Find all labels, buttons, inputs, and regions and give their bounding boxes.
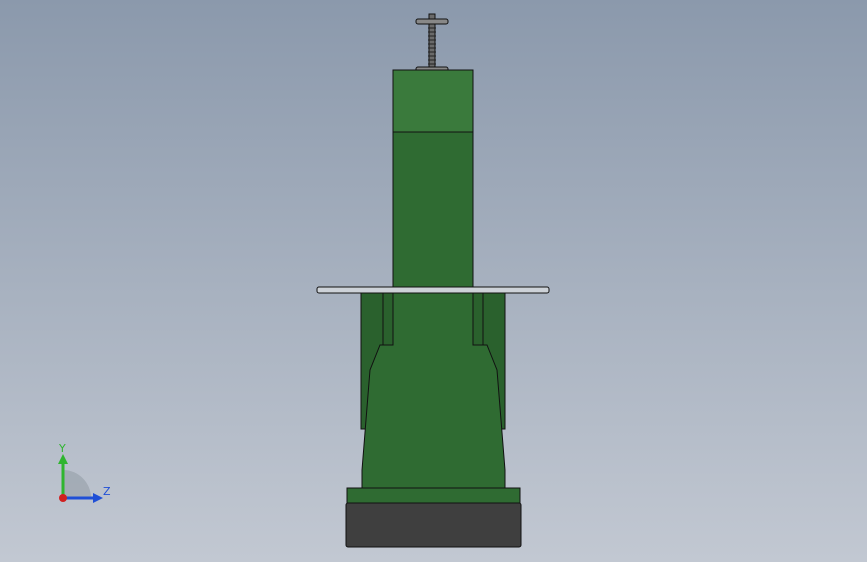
triad-arc bbox=[63, 470, 91, 498]
y-axis-label: Y bbox=[59, 442, 66, 455]
y-axis-arrow bbox=[58, 454, 68, 464]
support-plate bbox=[316, 286, 550, 294]
triad-graphic bbox=[58, 454, 103, 503]
z-axis-arrow bbox=[93, 493, 103, 503]
base-block bbox=[345, 502, 522, 548]
origin-dot bbox=[59, 494, 67, 502]
z-axis-label: Z bbox=[103, 485, 111, 498]
upper-column-top bbox=[392, 69, 474, 133]
coordinate-triad: Y Z bbox=[45, 440, 125, 510]
upper-column bbox=[392, 131, 474, 293]
cad-viewport[interactable] bbox=[0, 0, 867, 562]
foot-flange bbox=[346, 487, 521, 504]
